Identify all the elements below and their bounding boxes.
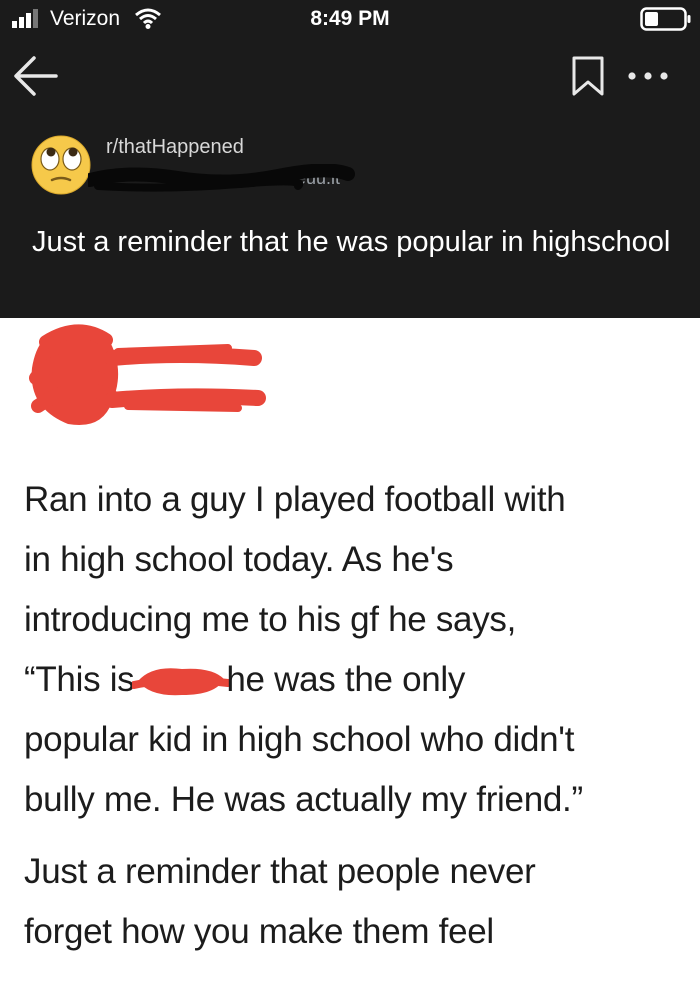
closing-paragraph: Just a reminder that people never forget… bbox=[24, 842, 689, 962]
story-line-6: bully me. He was actually my friend.” bbox=[24, 780, 583, 819]
back-arrow-icon[interactable] bbox=[12, 54, 60, 98]
story-paragraph: Ran into a guy I played football with in… bbox=[24, 470, 689, 830]
post-image[interactable]: Ran into a guy I played football with in… bbox=[0, 318, 700, 982]
story-line-4-start: “This is bbox=[24, 660, 135, 699]
closing-line-1: Just a reminder that people never bbox=[24, 852, 536, 891]
bookmark-icon[interactable] bbox=[570, 56, 606, 96]
story-line-3: introducing me to his gf he says, bbox=[24, 600, 517, 639]
profile-redaction-scribble bbox=[29, 324, 266, 426]
more-dots-icon[interactable] bbox=[626, 68, 670, 84]
closing-line-2: forget how you make them feel bbox=[24, 912, 494, 951]
screenshot-text: Ran into a guy I played football with in… bbox=[24, 470, 689, 962]
status-bar: Verizon 8:49 PM bbox=[0, 0, 700, 40]
subreddit-name[interactable]: r/thatHappened bbox=[106, 136, 244, 159]
status-time: 8:49 PM bbox=[310, 7, 390, 30]
nav-bar bbox=[0, 44, 700, 108]
story-line-1: Ran into a guy I played football with bbox=[24, 480, 566, 519]
story-line-4: “This is he was the only bbox=[24, 650, 689, 710]
post-title[interactable]: Just a reminder that he was popular in h… bbox=[32, 222, 672, 262]
battery-icon bbox=[640, 7, 691, 31]
username-redaction-scribble bbox=[88, 164, 355, 192]
story-line-2: in high school today. As he's bbox=[24, 540, 454, 579]
story-line-5: popular kid in high school who didn't bbox=[24, 720, 575, 759]
rolling-eyes-emoji-icon[interactable] bbox=[30, 134, 92, 196]
post-header: r/thatHappened euu.it Just a reminder th… bbox=[0, 124, 700, 324]
story-line-4-end: he was the only bbox=[226, 660, 466, 699]
name-redaction-scribble bbox=[132, 668, 231, 696]
